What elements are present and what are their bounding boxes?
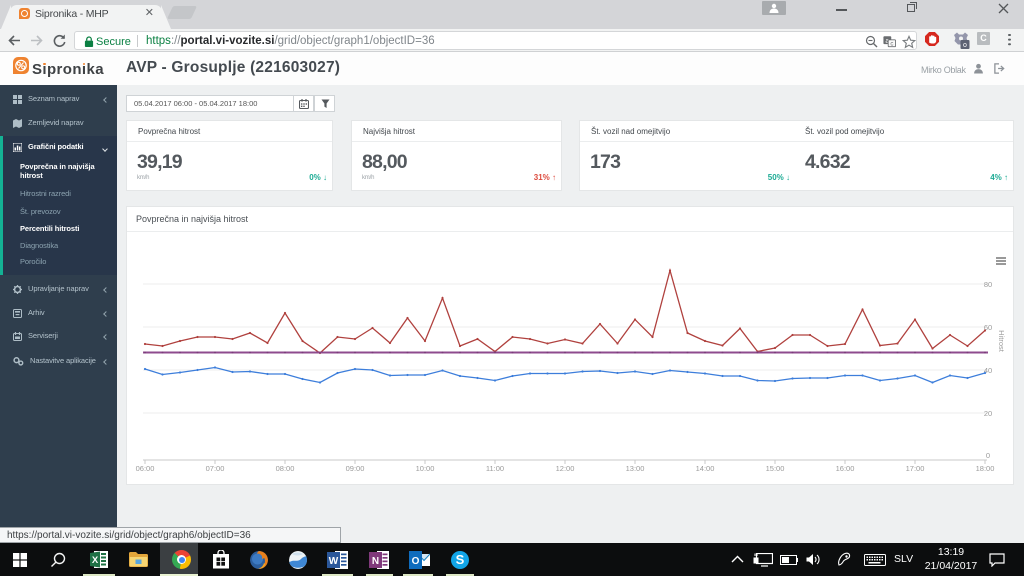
svg-text:12:00: 12:00 — [556, 464, 575, 473]
svg-text:N: N — [372, 556, 379, 567]
svg-text:11:00: 11:00 — [486, 464, 504, 473]
svg-text:15:00: 15:00 — [766, 464, 785, 473]
svg-text:c: c — [890, 41, 893, 47]
svg-text:o: o — [963, 42, 967, 49]
svg-text:10:00: 10:00 — [416, 464, 435, 473]
svg-text:14:00: 14:00 — [696, 464, 715, 473]
svg-text:20: 20 — [984, 409, 992, 418]
svg-text:13:00: 13:00 — [626, 464, 645, 473]
svg-text:O: O — [412, 556, 420, 567]
svg-text:18:00: 18:00 — [976, 464, 995, 473]
svg-text:80: 80 — [984, 280, 992, 289]
svg-text:X: X — [92, 555, 99, 566]
svg-text:07:00: 07:00 — [206, 464, 225, 473]
svg-text:08:00: 08:00 — [276, 464, 295, 473]
svg-text:09:00: 09:00 — [346, 464, 365, 473]
svg-text:Hitrost: Hitrost — [997, 330, 1006, 353]
svg-text:W: W — [329, 556, 339, 567]
svg-text:16:00: 16:00 — [836, 464, 855, 473]
svg-text:06:00: 06:00 — [136, 464, 155, 473]
svg-text:0: 0 — [986, 451, 990, 460]
svg-text:17:00: 17:00 — [906, 464, 925, 473]
